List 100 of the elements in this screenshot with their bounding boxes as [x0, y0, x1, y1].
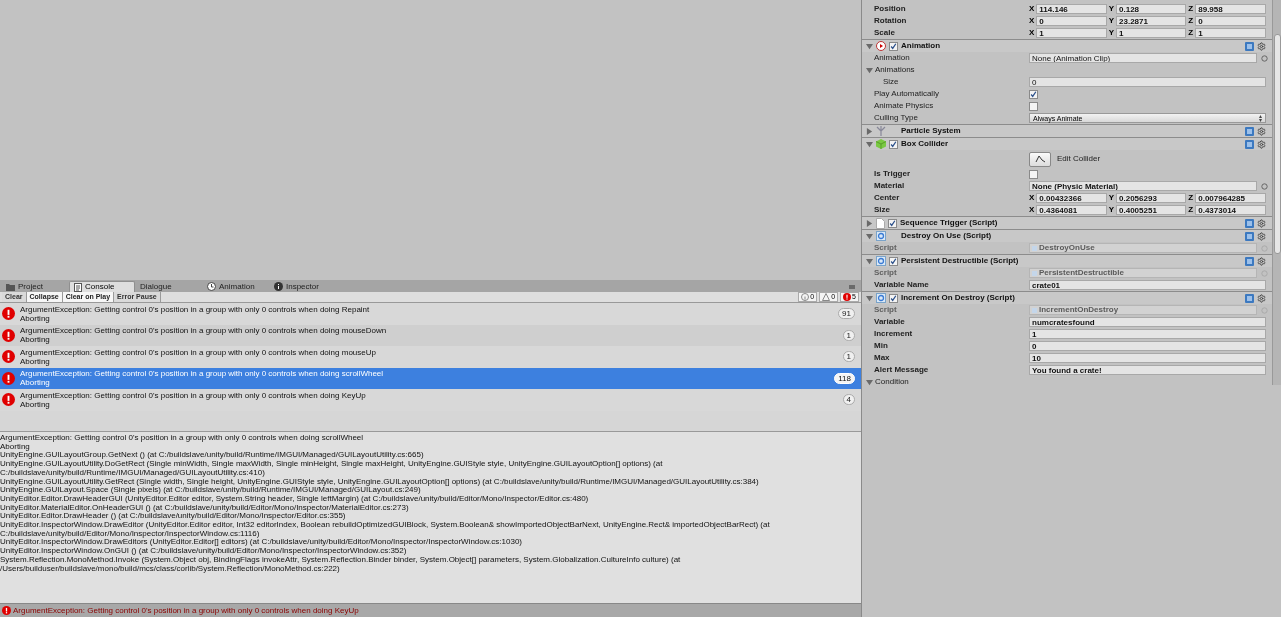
axis-label: Z — [1188, 27, 1194, 39]
input-field[interactable]: 0.4373014 — [1195, 205, 1266, 215]
checkbox[interactable] — [1029, 169, 1038, 179]
property-label: Size — [874, 204, 891, 216]
foldout-label[interactable]: Animations — [875, 64, 915, 76]
expanded-arrow-icon[interactable] — [866, 378, 873, 386]
axis-label: Z — [1188, 15, 1194, 27]
input-field[interactable]: 0 — [1029, 341, 1266, 351]
property-label: Animation — [874, 52, 911, 64]
log-entry[interactable]: ArgumentException: Getting control 0's position in a group with only 0 controls when doing mouseDown Aborting 1 — [0, 324, 861, 346]
settings-icon[interactable] — [1257, 293, 1266, 303]
checkbox[interactable] — [1029, 89, 1038, 99]
scrollbar[interactable] — [1272, 0, 1281, 385]
panel-tab[interactable]: Project — [2, 281, 68, 292]
button-label: Edit Collider — [1057, 153, 1101, 165]
collider-edit-icon — [1034, 155, 1046, 163]
help-icon[interactable] — [1245, 218, 1254, 228]
settings-icon[interactable] — [1257, 231, 1266, 241]
settings-icon[interactable] — [1257, 256, 1266, 266]
panel-tab[interactable]: Animation — [203, 281, 269, 292]
help-icon[interactable] — [1245, 126, 1254, 136]
collapsed-arrow-icon[interactable] — [866, 219, 873, 227]
log-detail: Aborting — [20, 378, 51, 388]
checkbox[interactable] — [889, 139, 898, 149]
input-field[interactable]: 1 — [1029, 329, 1266, 339]
axis-label: Y — [1108, 15, 1114, 27]
settings-icon[interactable] — [1257, 126, 1266, 136]
input-field[interactable]: 1 — [1036, 28, 1107, 38]
component-header[interactable]: Increment On Destroy (Script) — [862, 292, 1272, 304]
component-header[interactable]: Destroy On Use (Script) — [862, 230, 1272, 242]
input-field[interactable]: 0.128 — [1116, 4, 1187, 14]
foldout-label[interactable]: Condition — [875, 376, 909, 388]
expanded-arrow-icon[interactable] — [866, 140, 873, 148]
scrollbar-thumb[interactable] — [1273, 34, 1281, 254]
expanded-arrow-icon[interactable] — [866, 42, 873, 50]
stack-trace-line: UnityEditor.Editor.DrawHeader () (at C:/buildslave/unity/build/Editor/Mono/Inspector/Editor.cs:355) — [0, 512, 346, 522]
input-field[interactable]: 1 — [1116, 28, 1187, 38]
log-message: ArgumentException: Getting control 0's position in a group with only 0 controls when doing mouseDown — [20, 326, 388, 336]
object-field[interactable]: None (Animation Clip) — [1029, 53, 1257, 63]
panel-tab[interactable]: Inspector — [270, 281, 336, 292]
panel-tab[interactable]: Console — [69, 281, 135, 292]
property-label: Script — [874, 267, 898, 279]
property-label: Is Trigger — [874, 168, 911, 180]
collapsed-arrow-icon[interactable] — [866, 127, 873, 135]
settings-icon[interactable] — [1257, 41, 1266, 51]
collapse-count: 1 — [842, 351, 855, 363]
log-message: ArgumentException: Getting control 0's position in a group with only 0 controls when doing Repaint — [20, 304, 371, 314]
object-picker-icon[interactable] — [1261, 54, 1268, 62]
settings-icon[interactable] — [1257, 218, 1266, 228]
object-field[interactable]: None (Physic Material) — [1029, 181, 1257, 191]
component-header[interactable]: Box Collider — [862, 138, 1272, 150]
input-field[interactable]: 10 — [1029, 353, 1266, 363]
checkbox[interactable] — [889, 41, 898, 51]
help-icon[interactable] — [1245, 256, 1254, 266]
checkbox[interactable] — [889, 293, 898, 303]
input-field[interactable]: 0.00432366 — [1036, 193, 1107, 203]
input-field[interactable]: 89.958 — [1195, 4, 1266, 14]
collapse-count: 4 — [842, 394, 855, 406]
help-icon[interactable] — [1245, 139, 1254, 149]
checkbox[interactable] — [1029, 101, 1038, 111]
help-icon[interactable] — [1245, 231, 1254, 241]
object-picker-icon[interactable] — [1261, 182, 1268, 190]
error-icon — [843, 293, 852, 301]
log-detail: Aborting — [20, 335, 51, 345]
input-field[interactable]: 23.2871 — [1116, 16, 1187, 26]
expanded-arrow-icon[interactable] — [866, 66, 873, 74]
expanded-arrow-icon[interactable] — [866, 294, 873, 302]
settings-icon[interactable] — [1257, 139, 1266, 149]
input-field[interactable]: 0.2056293 — [1116, 193, 1187, 203]
expanded-arrow-icon[interactable] — [866, 232, 873, 240]
component-header[interactable]: Persistent Destructible (Script) — [862, 255, 1272, 267]
log-entry[interactable]: ArgumentException: Getting control 0's position in a group with only 0 controls when doing scrollWheel Aborting 118 — [0, 367, 861, 389]
checkbox[interactable] — [888, 218, 897, 228]
checkbox[interactable] — [889, 256, 898, 266]
stack-trace-line: UnityEditor.MaterialEditor.OnHeaderGUI () (at C:/buildslave/unity/build/Editor/Mono/Inspector/MaterialEditor.cs:273) — [0, 503, 409, 512]
component-header[interactable]: Animation — [862, 40, 1272, 52]
component-title: Particle System — [901, 125, 961, 137]
input-field[interactable]: 114.146 — [1036, 4, 1107, 14]
input-field[interactable]: 0.007964285 — [1195, 193, 1266, 203]
panel-tab[interactable]: Dialogue — [136, 281, 202, 292]
stack-trace-line: UnityEditor.InspectorWindow.OnGUI () (at C:/buildslave/unity/build/Editor/Mono/Inspector/InspectorWindow.cs:352) — [0, 547, 407, 556]
input-field[interactable]: 0 — [1195, 16, 1266, 26]
property-label: Max — [874, 352, 891, 364]
input-field[interactable]: You found a crate! — [1029, 365, 1266, 375]
input-field[interactable]: crate01 — [1029, 280, 1266, 290]
input-field[interactable]: numcratesfound — [1029, 317, 1266, 327]
component-header[interactable]: Sequence Trigger (Script) — [862, 217, 1272, 229]
expanded-arrow-icon[interactable] — [866, 257, 873, 265]
component-title: Sequence Trigger (Script) — [900, 217, 998, 229]
input-field[interactable]: 1 — [1195, 28, 1266, 38]
input-field[interactable]: 0.4005251 — [1116, 205, 1187, 215]
property-label: Variable — [874, 316, 906, 328]
input-field[interactable]: 0 — [1036, 16, 1107, 26]
input-field[interactable]: 0.4364081 — [1036, 205, 1107, 215]
help-icon[interactable] — [1245, 41, 1254, 51]
input-field[interactable]: 0 — [1029, 77, 1266, 87]
component-header[interactable]: Particle System — [862, 125, 1272, 137]
help-icon[interactable] — [1245, 293, 1254, 303]
axis-label: X — [1029, 204, 1035, 216]
edit-collider-button[interactable] — [1029, 151, 1051, 167]
